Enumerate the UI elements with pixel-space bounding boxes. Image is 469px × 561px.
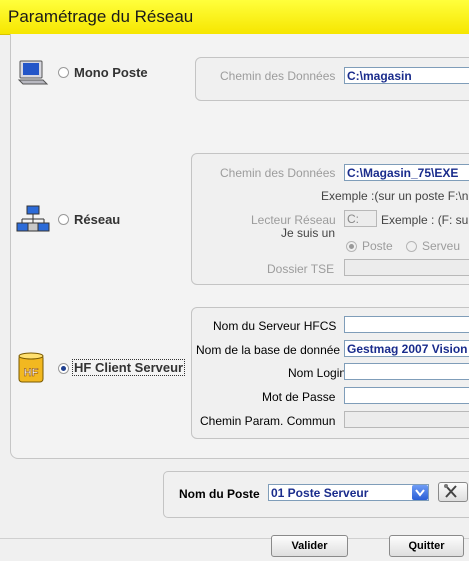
password-label: Mot de Passe	[262, 390, 336, 404]
mono-path-field[interactable]: C:\magasin	[344, 67, 469, 84]
common-path-field[interactable]	[344, 411, 469, 428]
network-icon	[16, 205, 50, 232]
role-serveur-label[interactable]: Serveu	[422, 239, 460, 253]
poste-select-value: 01 Poste Serveur	[271, 486, 369, 500]
poste-select[interactable]: 01 Poste Serveur	[268, 484, 429, 501]
tools-icon	[444, 484, 457, 498]
hfcs-server-label: Nom du Serveur HFCS	[213, 319, 337, 333]
drive-field[interactable]: C:	[344, 210, 377, 227]
role-poste-label[interactable]: Poste	[362, 239, 393, 253]
drive-example-text: Exemple : (F: su	[381, 213, 469, 227]
mono-poste-radio[interactable]	[58, 67, 69, 78]
reseau-label[interactable]: Réseau	[74, 212, 120, 227]
reseau-example-text: Exemple :(sur un poste F:\n	[321, 189, 469, 203]
validate-button[interactable]: Valider	[271, 535, 348, 557]
role-label: Je suis un	[281, 226, 336, 240]
mono-poste-label[interactable]: Mono Poste	[74, 65, 148, 80]
role-poste-radio[interactable]	[346, 241, 357, 252]
reseau-path-label: Chemin des Données	[220, 166, 336, 180]
login-label: Nom Login	[288, 366, 347, 380]
chevron-down-icon[interactable]	[412, 485, 428, 500]
hf-client-serveur-label[interactable]: HF Client Serveur	[72, 359, 186, 376]
quit-button[interactable]: Quitter	[389, 535, 464, 557]
role-serveur-radio[interactable]	[406, 241, 417, 252]
window-title: Paramétrage du Réseau	[8, 7, 194, 26]
hf-client-serveur-radio[interactable]	[58, 363, 69, 374]
db-name-field[interactable]: Gestmag 2007 Vision	[344, 340, 469, 357]
computer-icon	[17, 60, 49, 85]
hf-database-icon: HF	[18, 352, 44, 383]
svg-text:HF: HF	[24, 367, 39, 379]
common-path-label: Chemin Param. Commun	[200, 414, 336, 428]
tools-button[interactable]	[438, 482, 468, 502]
tse-label: Dossier TSE	[267, 262, 335, 276]
reseau-radio[interactable]	[58, 214, 69, 225]
title-bar: Paramétrage du Réseau	[0, 0, 469, 35]
hfcs-server-field[interactable]	[344, 316, 469, 333]
password-field[interactable]	[344, 387, 469, 404]
login-field[interactable]	[344, 363, 469, 380]
tse-field[interactable]	[344, 259, 469, 276]
db-name-label: Nom de la base de donnée	[196, 343, 341, 357]
poste-label: Nom du Poste	[179, 487, 260, 501]
drive-label: Lecteur Réseau	[251, 213, 336, 227]
reseau-path-field[interactable]: C:\Magasin_75\EXE	[344, 164, 469, 181]
mono-path-label: Chemin des Données	[220, 69, 336, 83]
